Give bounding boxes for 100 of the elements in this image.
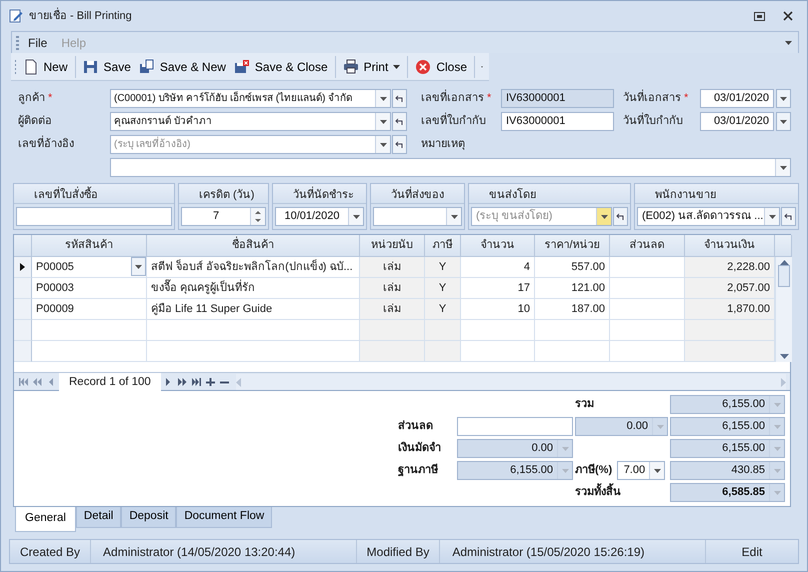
dropdown-button[interactable] (375, 90, 390, 107)
reset-button[interactable] (392, 89, 407, 108)
menu-item[interactable]: File (23, 34, 52, 52)
table-cell: เล่ม (360, 299, 425, 320)
row-indicator (14, 320, 32, 341)
column-header[interactable]: หน่วยนับ (360, 235, 425, 257)
summary-label: ส่วนลด (398, 419, 434, 434)
column-header[interactable]: ราคา/หน่วย (535, 235, 610, 257)
tab[interactable]: General (15, 507, 76, 532)
dropdown-button[interactable] (375, 136, 390, 153)
combo-field[interactable]: คุณสงกรานต์ บัวคำภา (110, 112, 391, 131)
date-field[interactable] (373, 207, 462, 226)
text-field[interactable]: IV63000001 (501, 112, 614, 131)
table-cell: 4 (461, 257, 535, 278)
combo-field[interactable]: (C00001) บริษัท คาร์โก้ฮับ เอ็กซ์เพรส (ไทยแลนด์) จำกัด (110, 89, 391, 108)
text-field[interactable]: IV63000001 (501, 89, 614, 108)
status-caption: Modified By (356, 540, 440, 563)
table-cell: P00003 (32, 278, 147, 299)
restore-icon (754, 12, 765, 20)
caret-icon (380, 142, 386, 146)
tab[interactable]: Deposit (121, 507, 176, 528)
toolbar-button[interactable]: Save (78, 56, 135, 78)
table-cell: ขงจื๊อ คุณครูผู้เป็นที่รัก (147, 278, 360, 299)
input-field[interactable] (457, 417, 573, 436)
dropdown-button[interactable] (348, 208, 363, 225)
date-field[interactable]: 03/01/2020 (700, 112, 774, 131)
table-cell: เล่ม (360, 278, 425, 299)
table-cell: Y (425, 278, 461, 299)
undo-icon (395, 118, 404, 126)
field-label: เลขที่เอกสาร (421, 90, 484, 107)
caret-icon (600, 214, 608, 218)
dropdown-button[interactable] (764, 208, 779, 225)
group-label: พนักงานขาย (655, 189, 716, 201)
caret-icon (780, 96, 787, 100)
table-cell: 187.00 (535, 299, 610, 320)
reset-button[interactable] (613, 207, 628, 226)
table-cell: Y (425, 257, 461, 278)
column-header[interactable]: ภาษี (425, 235, 461, 257)
caret-icon (774, 446, 780, 450)
amount-field[interactable]: 430.85 (670, 461, 785, 480)
table-cell: P00005 (32, 257, 147, 278)
dropdown-button[interactable] (131, 257, 146, 276)
dropdown-button[interactable] (775, 159, 790, 176)
mode-indicator: Edit (740, 544, 764, 561)
caret-icon (352, 214, 360, 218)
up-arrow-icon (780, 260, 788, 265)
summary-label: รวมทั้งสิ้น (575, 484, 670, 501)
spin-field[interactable]: 7 (181, 207, 266, 226)
caret-icon (393, 64, 400, 68)
amount-field[interactable]: 0.00 (575, 417, 668, 436)
date-field[interactable]: 10/01/2020 (275, 207, 364, 226)
tab[interactable]: Detail (76, 507, 122, 528)
tab[interactable]: Document Flow (176, 507, 272, 528)
caret-icon (785, 40, 792, 44)
toolbar-button[interactable]: Save & Close (230, 56, 332, 78)
add-record-icon (206, 378, 215, 386)
toolbar-button[interactable]: New (18, 56, 72, 78)
grip-handle (15, 60, 16, 74)
text-field[interactable] (16, 207, 172, 226)
date-field[interactable]: 03/01/2020 (700, 89, 774, 108)
amount-field[interactable]: 6,155.00 (457, 461, 573, 480)
next-record-icon (164, 378, 173, 386)
dropdown-button[interactable] (776, 112, 791, 131)
save-new-icon (138, 58, 155, 74)
group-label: เลขที่ใบสั่งซื้อ (34, 189, 98, 201)
column-header[interactable]: ชื่อสินค้า (147, 235, 360, 257)
dropdown-button[interactable] (375, 113, 390, 130)
remarks-field[interactable] (110, 158, 791, 177)
previous-page-icon (33, 378, 42, 386)
spin-button[interactable] (250, 208, 265, 225)
reset-button[interactable] (781, 207, 796, 226)
caret-icon (774, 468, 780, 472)
summary-label: เงินมัดจำ (398, 440, 442, 456)
combo-field[interactable]: (E002) นส.ลัดดาวรรณ ... (637, 207, 780, 226)
amount-field[interactable]: 6,155.00 (670, 417, 785, 436)
amount-field[interactable]: 6,155.00 (670, 439, 785, 458)
dropdown-button[interactable] (596, 208, 611, 225)
tax-rate-field[interactable]: 7.00 (617, 461, 666, 480)
grip-handle (16, 36, 19, 50)
toolbar-button[interactable]: Save & New (134, 56, 230, 78)
column-header[interactable]: รหัสสินค้า (32, 235, 147, 257)
toolbar-button[interactable]: Print (338, 56, 404, 78)
dropdown-button[interactable] (649, 462, 664, 479)
table-cell: 121.00 (535, 278, 610, 299)
reset-button[interactable] (392, 135, 407, 154)
amount-field[interactable]: 0.00 (457, 439, 573, 458)
dropdown-button[interactable] (776, 89, 791, 108)
document-icon (22, 58, 39, 74)
table-cell: 1,870.00 (685, 299, 775, 320)
field-label: เลขที่อ้างอิง (18, 136, 74, 153)
toolbar-button[interactable]: Close (411, 56, 471, 78)
amount-field[interactable]: 6,155.00 (670, 395, 785, 414)
amount-field[interactable]: 6,585.85 (670, 483, 785, 502)
caret-icon (780, 166, 786, 170)
column-header[interactable]: ส่วนลด (610, 235, 685, 257)
first-record-icon (19, 378, 28, 386)
dropdown-button[interactable] (446, 208, 461, 225)
column-header[interactable]: จำนวน (461, 235, 535, 257)
column-header[interactable]: จำนวนเงิน (685, 235, 775, 257)
reset-button[interactable] (392, 112, 407, 131)
